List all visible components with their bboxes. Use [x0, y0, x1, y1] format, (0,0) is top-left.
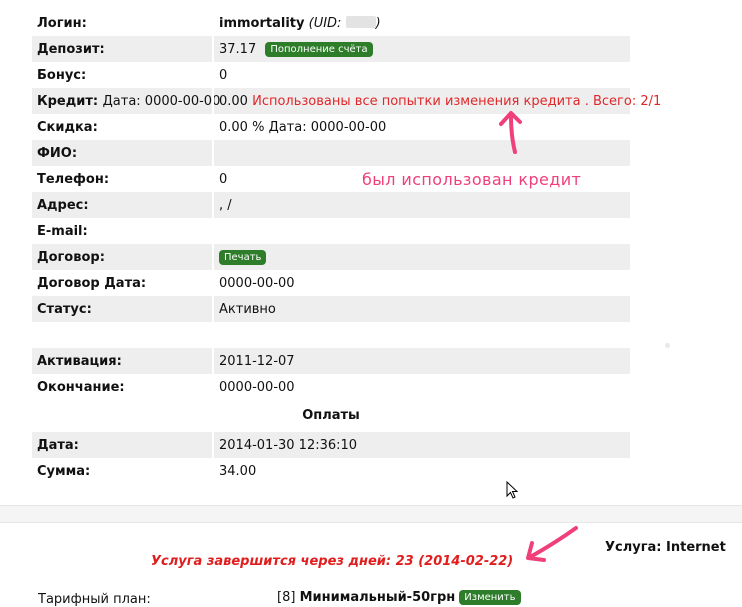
section-separator [0, 505, 742, 523]
address-value: , / [212, 192, 630, 218]
email-label: E-mail: [37, 224, 88, 239]
change-tariff-button[interactable]: Изменить [459, 590, 521, 605]
contract-date-value: 0000-00-00 [212, 270, 630, 296]
credit-row: Кредит: Дата: 0000-00-00 0.00 Использова… [32, 88, 661, 114]
deposit-value: 37.17 [219, 42, 257, 57]
payments-header: Оплаты [302, 408, 360, 423]
contract-label: Договор: [37, 250, 105, 265]
bonus-value: 0 [212, 62, 630, 88]
discount-row: Скидка: 0.00 % Дата: 0000-00-00 [32, 114, 630, 140]
deposit-label: Депозит: [37, 42, 105, 57]
annotation-arrow-up-icon [499, 111, 522, 154]
payment-sum-value: 34.00 [212, 458, 630, 484]
login-label: Логин: [37, 16, 87, 31]
activation-row: Активация: 2011-12-07 [32, 348, 630, 374]
mouse-cursor-icon [506, 481, 519, 499]
deposit-row: Депозит: 37.17 Пополнение счёта [32, 36, 630, 62]
activation-value: 2011-12-07 [212, 348, 630, 374]
account-info-table: Логин: immortality (UID: ) Депозит: 37.1… [32, 10, 661, 484]
service-expiry-warning: Услуга завершится через дней: 23 (2014-0… [151, 554, 514, 569]
credit-warning: Использованы все попытки изменения креди… [252, 94, 662, 109]
credit-label: Кредит: [37, 94, 99, 109]
tariff-name: Минимальный-50грн [299, 590, 456, 605]
credit-value: 0.00 [219, 94, 248, 109]
activation-label: Активация: [37, 354, 122, 369]
tariff-label: Тарифный план: [38, 592, 151, 607]
status-label: Статус: [37, 302, 92, 317]
fio-value [212, 140, 630, 166]
credit-date: Дата: 0000-00-00 [102, 94, 221, 109]
spacer-row [32, 322, 630, 348]
email-row: E-mail: [32, 218, 630, 244]
uid-redacted [345, 16, 376, 28]
tariff-id: [8] [277, 590, 296, 605]
end-value: 0000-00-00 [212, 374, 630, 400]
phone-label: Телефон: [37, 172, 110, 187]
print-button[interactable]: Печать [219, 250, 267, 265]
uid-label: (UID: [308, 16, 342, 31]
bonus-row: Бонус: 0 [32, 62, 630, 88]
fio-row: ФИО: [32, 140, 630, 166]
end-label: Окончание: [37, 380, 125, 395]
tariff-value: [8] Минимальный-50грн Изменить [277, 590, 521, 605]
payment-sum-row: Сумма: 34.00 [32, 458, 630, 484]
email-value [212, 218, 630, 244]
fio-label: ФИО: [37, 146, 78, 161]
payment-date-label: Дата: [37, 438, 79, 453]
payment-date-row: Дата: 2014-01-30 12:36:10 [32, 432, 630, 458]
end-row: Окончание: 0000-00-00 [32, 374, 630, 400]
topup-button[interactable]: Пополнение счёта [265, 42, 373, 57]
login-value: immortality [219, 16, 305, 31]
payment-date-value: 2014-01-30 12:36:10 [212, 432, 630, 458]
contract-date-row: Договор Дата: 0000-00-00 [32, 270, 630, 296]
status-value: Активно [212, 296, 630, 322]
annotation-arrow-left-icon [526, 526, 578, 562]
service-label: Услуга: Internet [605, 540, 726, 555]
login-row: Логин: immortality (UID: ) [32, 10, 630, 36]
contract-date-label: Договор Дата: [37, 276, 147, 291]
stray-dot [665, 343, 670, 348]
address-row: Адрес: , / [32, 192, 630, 218]
contract-row: Договор: Печать [32, 244, 630, 270]
discount-label: Скидка: [37, 120, 98, 135]
status-row: Статус: Активно [32, 296, 630, 322]
payment-sum-label: Сумма: [37, 464, 91, 479]
credit-annotation: был использован кредит [362, 170, 582, 189]
bonus-label: Бонус: [37, 68, 87, 83]
uid-close: ) [375, 16, 381, 31]
discount-value: 0.00 % Дата: 0000-00-00 [212, 114, 630, 140]
address-label: Адрес: [37, 198, 89, 213]
